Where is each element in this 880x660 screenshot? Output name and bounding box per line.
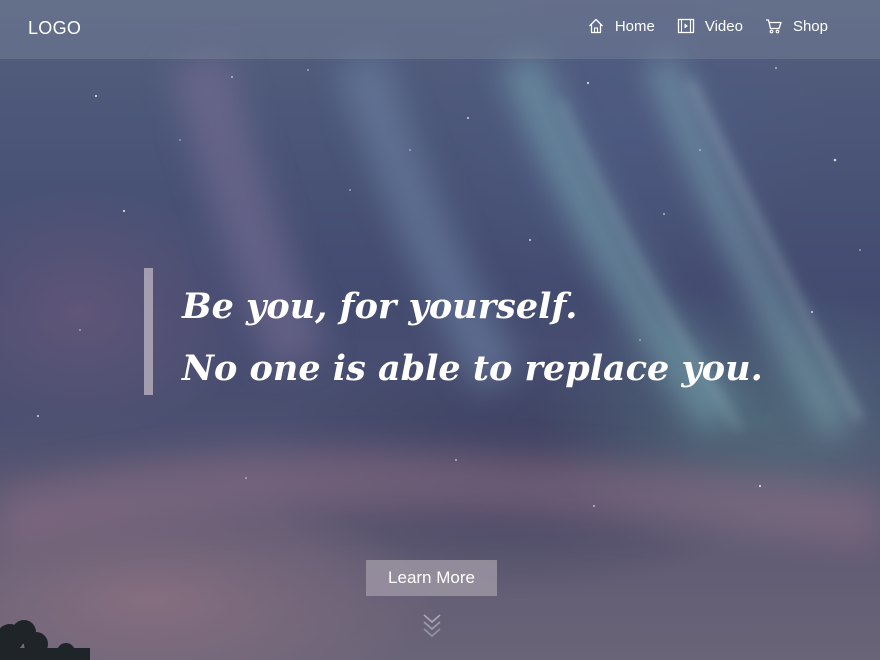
hero-section: LOGO Home Video Shop Be you, for yoursel… [0, 0, 880, 660]
learn-more-button[interactable]: Learn More [366, 560, 497, 596]
video-icon [677, 17, 695, 35]
quote-accent-bar [144, 268, 153, 395]
home-icon [587, 17, 605, 35]
hero-quote: Be you, for yourself. No one is able to … [182, 276, 763, 400]
main-nav: Home Video Shop [565, 17, 828, 35]
nav-item-video[interactable]: Video [677, 17, 743, 35]
nav-label-home: Home [614, 17, 655, 35]
quote-line: No one is able to replace you. [182, 348, 763, 389]
nav-item-shop[interactable]: Shop [765, 17, 828, 35]
nav-item-home[interactable]: Home [587, 17, 655, 35]
nav-label-video: Video [704, 17, 743, 35]
chevron-double-down-icon [423, 614, 441, 638]
logo[interactable]: LOGO [28, 18, 81, 39]
tree-silhouette-decoration [0, 620, 90, 660]
cart-icon [765, 17, 783, 35]
nav-label-shop: Shop [792, 17, 828, 35]
top-navbar: LOGO Home Video Shop [0, 0, 880, 59]
quote-line: Be you, for yourself. [182, 286, 578, 327]
scroll-down-button[interactable] [421, 611, 443, 639]
